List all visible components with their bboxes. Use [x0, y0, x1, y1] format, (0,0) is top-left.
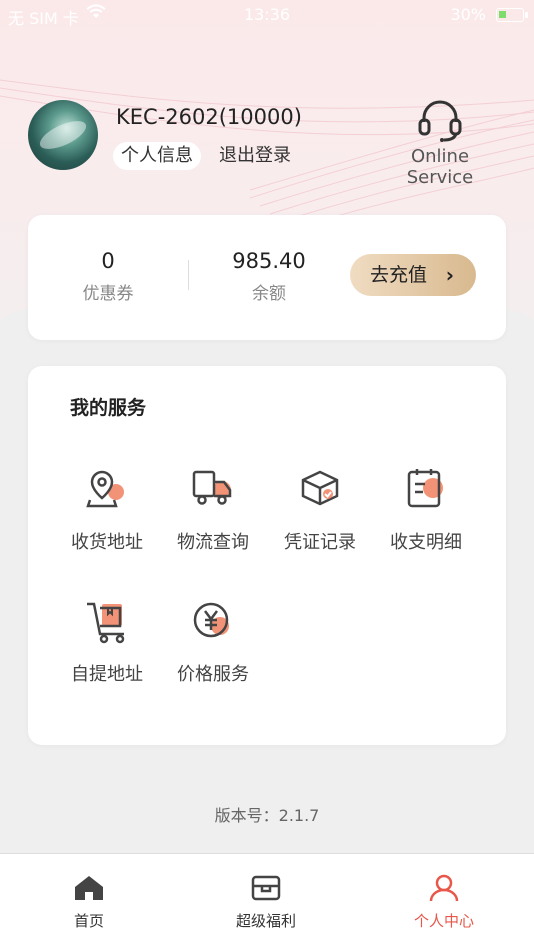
balance-label: 余额 — [252, 284, 286, 304]
balance-amount: 985.40 — [232, 249, 306, 273]
service-label: 收支明细 — [390, 532, 462, 553]
service-item-voucher-records[interactable]: 凭证记录 — [270, 466, 370, 554]
headset-icon — [418, 100, 462, 142]
service-label: 收货地址 — [71, 532, 143, 553]
tab-label: 个人中心 — [413, 912, 474, 930]
tab-personal-center[interactable]: 个人中心 — [384, 874, 504, 931]
wallet-icon — [251, 875, 281, 901]
online-service-label-line2: Service — [406, 167, 474, 188]
tab-label: 首页 — [73, 912, 104, 930]
location-pin-icon — [84, 466, 130, 512]
service-label: 价格服务 — [177, 664, 249, 685]
cart-icon — [84, 598, 130, 644]
chevron-right-icon: › — [445, 263, 454, 287]
tab-super-benefits[interactable]: 超级福利 — [206, 874, 326, 931]
coupon-stat[interactable]: 0 优惠券 — [68, 249, 148, 304]
coupon-label: 优惠券 — [82, 284, 134, 304]
service-item-price-service[interactable]: 价格服务 — [163, 598, 263, 686]
calendar-icon — [403, 466, 449, 512]
tab-label: 超级福利 — [235, 912, 296, 930]
truck-icon — [190, 466, 236, 512]
online-service-button[interactable]: Online Service — [400, 98, 480, 188]
logout-button[interactable]: 退出登录 — [219, 142, 291, 170]
recharge-label: 去充值 — [370, 264, 428, 286]
tab-home[interactable]: 首页 — [29, 874, 149, 931]
battery-percent: 30% — [450, 5, 486, 24]
service-item-pickup-address[interactable]: 自提地址 — [57, 598, 157, 686]
personal-info-button[interactable]: 个人信息 — [113, 142, 201, 170]
services-title: 我的服务 — [70, 397, 147, 419]
battery-icon — [496, 8, 528, 22]
recharge-button[interactable]: 去充值 › — [350, 254, 476, 296]
yuan-coin-icon — [190, 598, 236, 644]
my-services-card: 我的服务 收货地址 物流查询 凭证记录 收支明细 自提地址 价格服务 — [28, 366, 506, 745]
service-item-shipping-address[interactable]: 收货地址 — [57, 466, 157, 554]
avatar[interactable] — [28, 100, 98, 170]
person-icon — [429, 874, 459, 902]
service-label: 物流查询 — [177, 532, 249, 553]
service-label: 凭证记录 — [284, 532, 356, 553]
service-label: 自提地址 — [71, 664, 143, 685]
version-label: 版本号：2.1.7 — [214, 806, 320, 825]
wallet-card: 0 优惠券 985.40 余额 去充值 › — [28, 215, 506, 340]
online-service-label-line1: Online — [410, 146, 470, 167]
box-check-icon — [297, 466, 343, 512]
service-item-income-expense[interactable]: 收支明细 — [376, 466, 476, 554]
username: KEC-2602(10000) — [116, 105, 302, 129]
balance-stat[interactable]: 985.40 余额 — [219, 249, 319, 304]
tab-bar: 首页 超级福利 个人中心 — [0, 853, 534, 950]
home-icon — [75, 876, 103, 900]
status-bar: 无 SIM 卡 13:36 30% — [0, 0, 534, 30]
divider — [188, 260, 189, 290]
service-item-logistics[interactable]: 物流查询 — [163, 466, 263, 554]
coupon-count: 0 — [101, 249, 115, 273]
